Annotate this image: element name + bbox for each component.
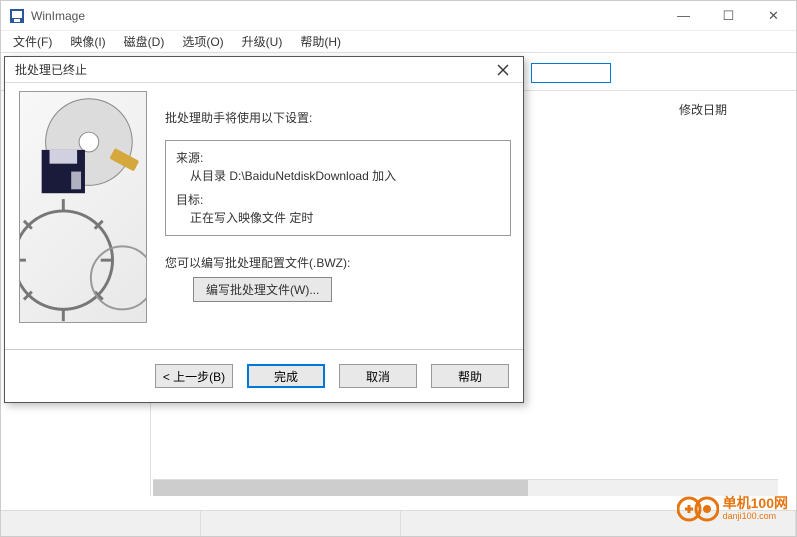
menu-options[interactable]: 选项(O)	[174, 31, 231, 52]
watermark: 单机100网 danji100.com	[677, 495, 788, 523]
column-modified-date[interactable]: 修改日期	[671, 97, 735, 122]
watermark-logo-icon	[677, 495, 719, 523]
write-batch-file-button[interactable]: 编写批处理文件(W)...	[193, 277, 332, 302]
dialog-titlebar: 批处理已终止	[5, 57, 523, 83]
menu-upgrade[interactable]: 升级(U)	[234, 31, 291, 52]
horizontal-scrollbar[interactable]	[153, 479, 778, 496]
window-titlebar: WinImage — ☐ ✕	[1, 1, 796, 31]
help-button[interactable]: 帮助	[431, 364, 509, 388]
source-value: 从目录 D:\BaiduNetdiskDownload 加入	[176, 167, 500, 185]
menu-image[interactable]: 映像(I)	[62, 31, 113, 52]
wizard-image	[19, 91, 147, 323]
menubar: 文件(F) 映像(I) 磁盘(D) 选项(O) 升级(U) 帮助(H)	[1, 31, 796, 53]
app-title: WinImage	[31, 9, 85, 23]
watermark-name: 单机100网	[723, 496, 788, 511]
settings-summary-box: 来源: 从目录 D:\BaiduNetdiskDownload 加入 目标: 正…	[165, 140, 511, 236]
dialog-body: 批处理助手将使用以下设置: 来源: 从目录 D:\BaiduNetdiskDow…	[5, 83, 523, 402]
dialog-title: 批处理已终止	[15, 61, 87, 78]
finish-button[interactable]: 完成	[247, 364, 325, 388]
wizard-content: 批处理助手将使用以下设置: 来源: 从目录 D:\BaiduNetdiskDow…	[165, 91, 511, 302]
window-controls: — ☐ ✕	[661, 1, 796, 31]
dialog-button-row: < 上一步(B) 完成 取消 帮助	[155, 364, 509, 388]
menu-disk[interactable]: 磁盘(D)	[116, 31, 173, 52]
status-cell-1	[1, 511, 201, 536]
dialog-divider	[5, 349, 523, 350]
target-value: 正在写入映像文件 定时	[176, 209, 500, 227]
app-icon	[9, 8, 25, 24]
dialog-close-button[interactable]	[483, 57, 523, 83]
source-label: 来源:	[176, 149, 500, 167]
menu-help[interactable]: 帮助(H)	[292, 31, 349, 52]
minimize-button[interactable]: —	[661, 1, 706, 31]
back-button[interactable]: < 上一步(B)	[155, 364, 233, 388]
menu-file[interactable]: 文件(F)	[5, 31, 60, 52]
config-file-label: 您可以编写批处理配置文件(.BWZ):	[165, 254, 511, 271]
target-label: 目标:	[176, 191, 500, 209]
label-input[interactable]	[531, 63, 611, 83]
close-button[interactable]: ✕	[751, 1, 796, 31]
scrollbar-thumb[interactable]	[153, 480, 528, 496]
cancel-button[interactable]: 取消	[339, 364, 417, 388]
batch-dialog: 批处理已终止	[4, 56, 524, 403]
dialog-intro: 批处理助手将使用以下设置:	[165, 109, 511, 126]
status-cell-2	[201, 511, 401, 536]
watermark-url: danji100.com	[723, 512, 788, 522]
maximize-button[interactable]: ☐	[706, 1, 751, 31]
